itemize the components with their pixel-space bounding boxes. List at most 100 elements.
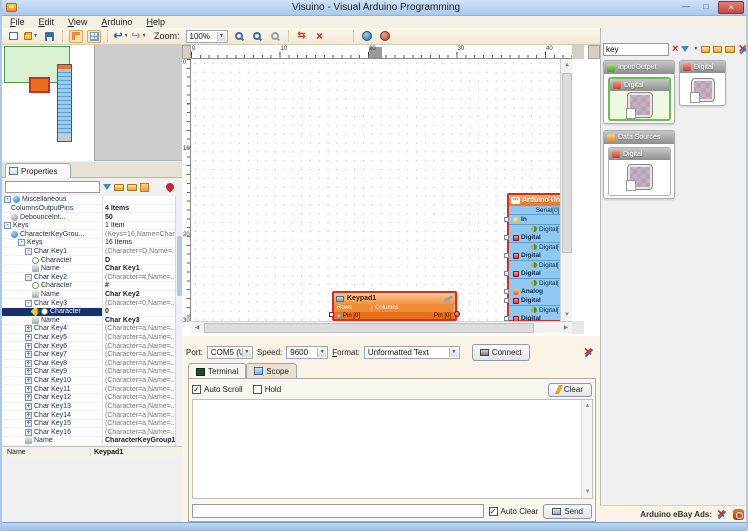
menu-item-help[interactable]: Help bbox=[146, 17, 165, 27]
palette-folder-icon-3[interactable] bbox=[725, 45, 735, 53]
property-value[interactable]: (Character=a,Name=.. bbox=[102, 376, 175, 385]
hold-checkbox[interactable]: Hold bbox=[252, 385, 281, 394]
collapse-icon[interactable]: - bbox=[25, 273, 32, 281]
property-row[interactable]: Name Char Key3 bbox=[2, 316, 182, 326]
expand-icon[interactable]: + bbox=[25, 385, 32, 393]
expand-icon[interactable]: + bbox=[25, 334, 32, 342]
zoom-in-button[interactable] bbox=[232, 30, 246, 43]
arduino-uno-component[interactable]: ∞ Arduino Uno Serial[0]InOutDigital[ 0 ]… bbox=[504, 193, 560, 321]
port-combo-arrow[interactable]: ▼ bbox=[241, 347, 251, 357]
auto-scroll-checkmark[interactable]: ✓ bbox=[192, 385, 201, 394]
collapse-all-icon[interactable] bbox=[127, 183, 137, 191]
scroll-right-arrow[interactable]: ▶ bbox=[560, 322, 572, 334]
sort-view-icon[interactable] bbox=[140, 182, 149, 192]
palette-tools-icon[interactable] bbox=[738, 40, 746, 56]
input-pin-connector[interactable] bbox=[504, 235, 509, 240]
tab-scope[interactable]: Scope bbox=[246, 363, 297, 378]
expand-icon[interactable]: + bbox=[25, 359, 32, 367]
speed-combobox[interactable]: 9600 ▼ bbox=[286, 345, 329, 359]
property-value[interactable]: (Character=a,Name=.. bbox=[102, 333, 175, 342]
expand-icon[interactable]: + bbox=[25, 325, 32, 333]
property-row[interactable]: + Char Key11 (Character=a,Name=.. bbox=[2, 385, 182, 395]
connect-button[interactable]: Connect bbox=[471, 343, 530, 361]
new-project-button[interactable] bbox=[6, 30, 20, 43]
pin-label[interactable]: In bbox=[521, 216, 527, 223]
group-input-output-header[interactable]: Input/Output bbox=[604, 61, 674, 74]
format-combobox[interactable]: Unformatted Text ▼ bbox=[363, 345, 460, 359]
property-value[interactable]: 1 Item bbox=[102, 221, 175, 230]
scroll-left-arrow[interactable]: ◀ bbox=[191, 322, 203, 334]
expand-icon[interactable]: + bbox=[25, 420, 32, 428]
expand-all-icon[interactable] bbox=[114, 183, 124, 191]
keypad-header[interactable]: Keypad1 bbox=[334, 293, 455, 304]
terminal-scroll-down-arrow[interactable]: ▼ bbox=[582, 486, 593, 498]
palette-item-digital-io[interactable]: Digital bbox=[608, 77, 671, 121]
property-row[interactable]: - Miscellaneous bbox=[2, 196, 182, 205]
menu-item-arduino[interactable]: Arduino bbox=[101, 17, 132, 27]
redo-dropdown-arrow[interactable]: ▼ bbox=[142, 33, 147, 39]
property-value[interactable]: (Character=a,Name=.. bbox=[102, 402, 175, 411]
close-button[interactable]: ✕ bbox=[718, 1, 744, 14]
scroll-down-arrow[interactable]: ▼ bbox=[561, 309, 573, 321]
input-pin-connector[interactable] bbox=[504, 289, 509, 294]
minimize-button[interactable]: — bbox=[678, 2, 694, 13]
clear-search-icon[interactable]: × bbox=[672, 43, 678, 55]
expand-icon[interactable]: + bbox=[25, 411, 32, 419]
property-row[interactable]: - Char Key2 (Character=#,Name=.. bbox=[2, 273, 182, 283]
property-row[interactable]: + Char Key5 (Character=a,Name=.. bbox=[2, 333, 182, 343]
property-value[interactable]: (Character=a,Name=.. bbox=[102, 368, 175, 376]
canvas-horizontal-scrollbar[interactable]: ◀ ▶ bbox=[191, 321, 572, 333]
filter-funnel-icon[interactable] bbox=[103, 184, 111, 190]
menu-item-edit[interactable]: Edit bbox=[39, 17, 55, 27]
property-row[interactable]: - Char Key1 (Character=D,Name=.. bbox=[2, 247, 182, 257]
property-row[interactable]: + Char Key6 (Character=a,Name=.. bbox=[2, 342, 182, 351]
property-row[interactable]: Character D bbox=[2, 256, 182, 265]
pin-label[interactable]: Digital bbox=[521, 297, 541, 304]
auto-clear-checkmark[interactable]: ✓ bbox=[488, 506, 498, 516]
property-row[interactable]: - Keys 16 Items bbox=[2, 239, 182, 248]
upload-button[interactable] bbox=[378, 30, 392, 43]
expand-icon[interactable]: + bbox=[25, 377, 32, 385]
property-value[interactable]: D bbox=[102, 256, 175, 264]
zoom-combo-arrow[interactable]: ▼ bbox=[216, 31, 226, 41]
property-value[interactable]: (Keys=16,Name=Character.. bbox=[102, 230, 175, 239]
properties-search-input[interactable] bbox=[5, 181, 100, 193]
arduino-header[interactable]: ∞ Arduino Uno bbox=[509, 195, 560, 206]
expand-icon[interactable]: + bbox=[25, 402, 32, 410]
undo-dropdown-arrow[interactable]: ▼ bbox=[124, 33, 129, 39]
property-value[interactable]: 50 bbox=[102, 213, 175, 221]
property-row[interactable]: + Char Key4 (Character=a,Name=.. bbox=[2, 325, 182, 334]
property-row[interactable]: Name CharacterKeyGroup1 bbox=[2, 437, 182, 446]
property-row[interactable]: Character 0 bbox=[2, 307, 182, 317]
keypad-rows-input-connector[interactable] bbox=[329, 312, 334, 317]
terminal-scrollbar[interactable]: ▲ ▼ bbox=[581, 400, 592, 498]
property-value[interactable]: CharacterKeyGroup1 bbox=[102, 437, 175, 445]
property-value[interactable]: (Character=a,Name=.. bbox=[102, 385, 175, 394]
property-value[interactable]: (Character=a,Name=.. bbox=[102, 428, 175, 437]
property-value[interactable]: Char Key1 bbox=[102, 264, 175, 273]
tab-properties[interactable]: Properties bbox=[5, 163, 71, 178]
keypad1-component[interactable]: Keypad1 Rows Pin [0] Columns Pin [0] bbox=[329, 291, 460, 321]
auto-clear-checkbox[interactable]: ✓ Auto Clear bbox=[488, 506, 538, 516]
property-value[interactable] bbox=[102, 196, 175, 204]
send-button[interactable]: Send bbox=[543, 503, 592, 519]
property-value[interactable]: (Character=a,Name=.. bbox=[102, 325, 175, 333]
expand-icon[interactable]: + bbox=[25, 394, 32, 402]
clear-button[interactable]: Clear bbox=[547, 382, 592, 397]
property-value[interactable]: 4 Items bbox=[102, 204, 175, 213]
input-pin-connector[interactable] bbox=[504, 298, 509, 303]
palette-filter-icon[interactable] bbox=[681, 46, 690, 52]
property-value[interactable]: 16 Items bbox=[102, 239, 175, 247]
property-row[interactable]: - Char Key3 (Character=0,Name=.. bbox=[2, 299, 182, 308]
property-value[interactable]: (Character=a,Name=.. bbox=[102, 394, 175, 402]
design-surface[interactable]: Keypad1 Rows Pin [0] Columns Pin [0] ∞ A… bbox=[191, 59, 560, 321]
property-row[interactable]: + Char Key8 (Character=a,Name=.. bbox=[2, 359, 182, 369]
auto-scroll-checkbox[interactable]: ✓ Auto Scroll bbox=[192, 385, 243, 394]
property-value[interactable]: (Character=a,Name=.. bbox=[102, 359, 175, 368]
palette-card-digital[interactable]: Digital bbox=[679, 60, 726, 106]
collapse-icon[interactable]: - bbox=[18, 239, 25, 247]
pin-label[interactable]: Digital bbox=[521, 270, 541, 277]
zoom-combobox[interactable]: 100% ▼ bbox=[185, 29, 228, 43]
pin-label[interactable]: Digital bbox=[521, 234, 541, 241]
property-value[interactable]: (Character=a,Name=.. bbox=[102, 342, 175, 350]
